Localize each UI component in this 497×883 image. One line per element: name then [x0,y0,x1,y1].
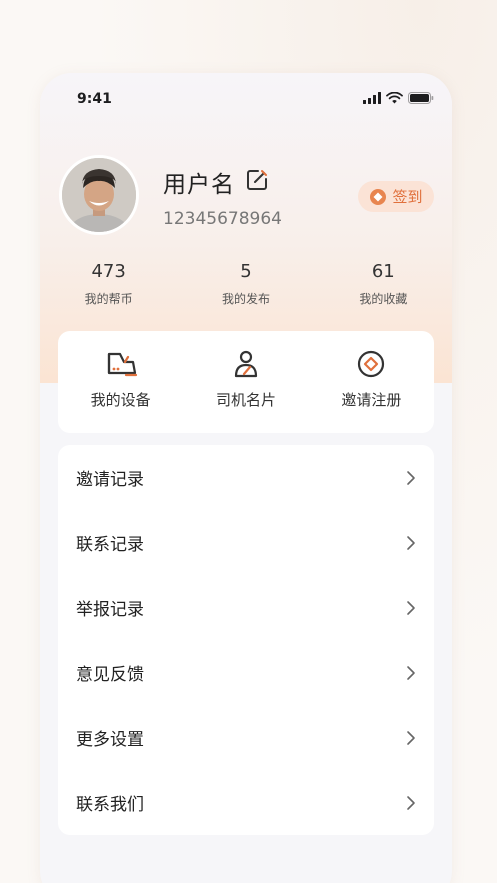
chevron-right-icon [407,535,415,550]
username: 用户名 [163,172,235,198]
menu-item-contact-records[interactable]: 联系记录 [58,510,434,575]
menu-item-report-records[interactable]: 举报记录 [58,575,434,640]
stat-label: 我的收藏 [359,292,408,306]
chevron-right-icon [407,665,415,680]
quick-action-driver-card[interactable]: 司机名片 [183,331,308,433]
coin-icon [370,188,387,205]
avatar[interactable] [59,155,139,235]
driver-card-icon [234,350,258,378]
menu-item-label: 更多设置 [76,730,144,750]
stat-coins[interactable]: 473 我的帮币 [40,261,177,321]
status-icons [363,92,434,104]
invite-register-icon [358,350,385,378]
phone-number: 12345678964 [163,209,282,229]
menu-item-invite-records[interactable]: 邀请记录 [58,445,434,510]
chevron-right-icon [407,470,415,485]
menu-item-label: 邀请记录 [76,470,144,490]
stat-value: 61 [371,261,395,282]
stat-favorites[interactable]: 61 我的收藏 [315,261,452,321]
chevron-right-icon [407,600,415,615]
device-icon [107,352,137,377]
stat-label: 我的发布 [221,292,270,306]
stat-value: 473 [91,261,126,282]
checkin-button[interactable]: 签到 [358,181,434,212]
edit-icon[interactable] [245,168,269,196]
menu-item-label: 联系记录 [76,535,144,555]
menu-item-more-settings[interactable]: 更多设置 [58,705,434,770]
quick-action-my-devices[interactable]: 我的设备 [58,331,183,433]
menu-item-label: 意见反馈 [76,665,144,685]
phone-frame: 9:41 用户名 12345678964 签到 473 我的帮币 5 我的发布 … [40,73,452,883]
stat-posts[interactable]: 5 我的发布 [177,261,314,321]
menu-item-label: 联系我们 [76,795,144,815]
username-row: 用户名 [163,165,269,199]
checkin-label: 签到 [392,188,423,206]
battery-icon [408,92,434,104]
chevron-right-icon [407,795,415,810]
quick-actions-card: 我的设备 司机名片 邀请注册 [58,331,434,433]
avatar-image [62,158,136,232]
quick-action-label: 邀请注册 [341,391,402,409]
chevron-right-icon [407,730,415,745]
status-time: 9:41 [77,91,112,107]
stats-row: 473 我的帮币 5 我的发布 61 我的收藏 [40,261,452,321]
signal-icon [363,92,381,104]
menu-item-feedback[interactable]: 意见反馈 [58,640,434,705]
wifi-icon [386,92,403,104]
menu-list: 邀请记录 联系记录 举报记录 意见反馈 更多设置 联系我们 [58,445,434,835]
quick-action-label: 我的设备 [90,391,151,409]
menu-item-contact-us[interactable]: 联系我们 [58,770,434,835]
stat-value: 5 [240,261,252,282]
stat-label: 我的帮币 [84,292,133,306]
menu-item-label: 举报记录 [76,600,144,620]
quick-action-label: 司机名片 [215,391,276,409]
quick-action-invite-register[interactable]: 邀请注册 [309,331,434,433]
status-bar: 9:41 [40,73,452,125]
